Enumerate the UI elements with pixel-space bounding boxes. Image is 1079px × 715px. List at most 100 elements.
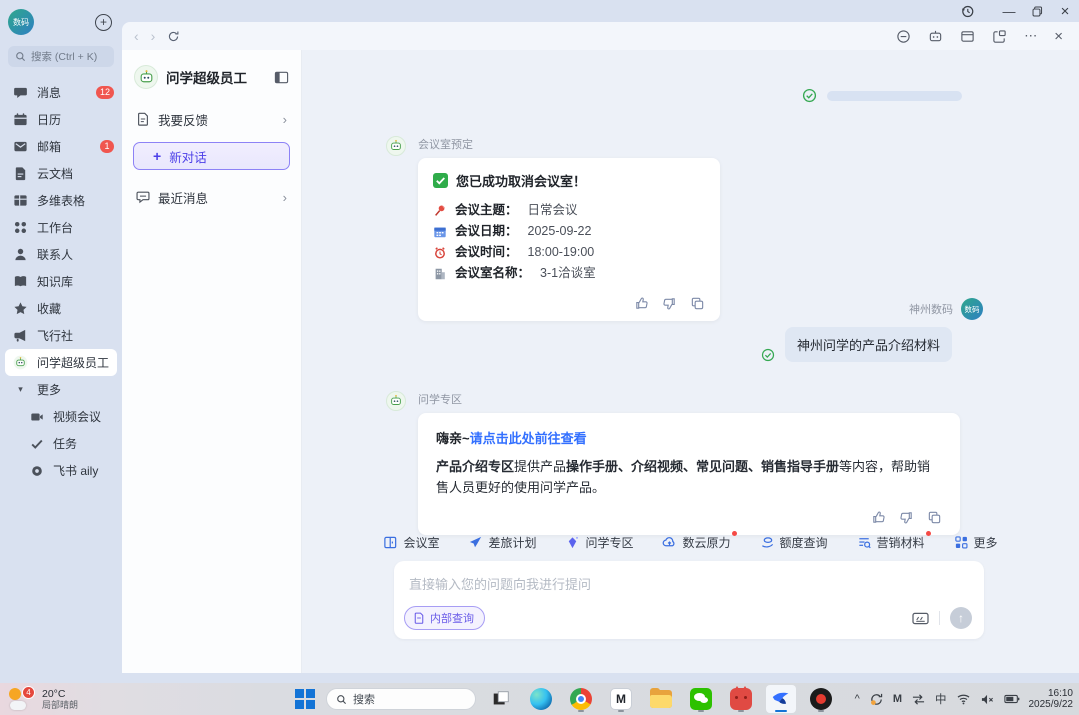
sidebar-item-messages[interactable]: 消息 12	[0, 79, 122, 106]
close-chat-icon[interactable]: ×	[1054, 28, 1063, 45]
forward-button[interactable]: ›	[151, 28, 156, 44]
edge-app-icon[interactable]	[526, 685, 556, 713]
new-chat-button[interactable]: + 新对话	[133, 142, 290, 170]
chip-travel-plan[interactable]: 差旅计划	[468, 534, 536, 551]
loading-message	[802, 88, 962, 103]
hidden-icons-chevron[interactable]: ^	[855, 693, 860, 705]
clock-date: 2025/9/22	[1029, 699, 1074, 711]
sidebar-item-docs[interactable]: 云文档	[0, 160, 122, 187]
history-icon[interactable]	[953, 1, 981, 21]
sidebar-item-knowledge[interactable]: 知识库	[0, 268, 122, 295]
person-icon	[13, 247, 28, 262]
grid-more-icon	[954, 535, 969, 550]
bot-message-product-zone: 问学专区 嗨亲~请点击此处前往查看 产品介绍专区提供产品操作手册、介绍视频、常见…	[386, 391, 960, 535]
send-button[interactable]: ↑	[950, 607, 972, 629]
chat-minimize-icon[interactable]	[896, 29, 911, 44]
open-in-window-icon[interactable]	[992, 29, 1007, 44]
restore-button[interactable]	[1023, 1, 1051, 21]
delivered-check-icon	[802, 88, 817, 103]
scope-chip-label: 内部查询	[430, 610, 474, 626]
wechat-app-icon[interactable]	[686, 685, 716, 713]
taskbar-search[interactable]: 搜索	[326, 688, 476, 710]
go-view-link[interactable]: 请点击此处前往查看	[470, 431, 587, 446]
search-input[interactable]: 搜索 (Ctrl + K)	[8, 46, 114, 67]
thumbs-down-icon[interactable]	[662, 296, 677, 311]
chip-shuyun[interactable]: 数云原力	[662, 534, 730, 551]
card-row-time: 会议时间： 18:00-19:00	[433, 242, 705, 263]
robot-settings-icon[interactable]	[928, 29, 943, 44]
sidebar-item-more[interactable]: ▾ 更多	[0, 376, 122, 403]
user-avatar[interactable]: 数码	[8, 9, 34, 35]
chip-label: 差旅计划	[488, 534, 536, 551]
add-icon[interactable]: +	[95, 14, 112, 31]
start-button[interactable]	[294, 688, 316, 710]
shortcut-keyboard-icon[interactable]	[912, 611, 929, 626]
mail-icon	[13, 139, 28, 154]
user-message-bubble: 神州问学的产品介绍材料	[785, 327, 952, 362]
feedback-item[interactable]: 我要反馈 ›	[122, 109, 301, 129]
calendar-icon	[433, 225, 447, 239]
row-label: 会议时间：	[455, 242, 518, 263]
ime-indicator[interactable]: 中	[935, 691, 947, 707]
assistant-avatar	[134, 65, 158, 89]
back-button[interactable]: ‹	[134, 28, 139, 44]
chip-meeting-room[interactable]: 会议室	[383, 534, 439, 551]
sidebar-item-calendar[interactable]: 日历	[0, 106, 122, 133]
recent-messages-item[interactable]: 最近消息 ›	[122, 187, 301, 207]
taskbar-clock[interactable]: 16:10 2025/9/22	[1029, 688, 1074, 711]
sidebar-item-mail[interactable]: 邮箱 1	[0, 133, 122, 160]
copy-icon[interactable]	[927, 510, 942, 525]
sidebar-item-video-meeting[interactable]: 视频会议	[0, 403, 122, 430]
message-input[interactable]	[407, 572, 971, 606]
chip-wenxue-zone[interactable]: 问学专区	[565, 534, 633, 551]
sidebar-item-tasks[interactable]: 任务	[0, 430, 122, 457]
sidebar-item-feishu-aily[interactable]: 飞书 aily	[0, 457, 122, 484]
table-icon	[13, 193, 28, 208]
recorder-app-icon[interactable]	[806, 685, 836, 713]
feishu-app-icon[interactable]	[766, 685, 796, 713]
chip-quota-query[interactable]: 额度查询	[760, 534, 828, 551]
sidebar-item-label: 工作台	[37, 219, 73, 236]
sidebar-item-label: 知识库	[37, 273, 73, 290]
card-row-date: 会议日期： 2025-09-22	[433, 221, 705, 242]
minimize-button[interactable]: —	[995, 1, 1023, 21]
video-window-icon[interactable]	[960, 29, 975, 44]
update-icon[interactable]	[869, 692, 884, 707]
m-app-icon[interactable]: M	[606, 685, 636, 713]
internal-query-chip[interactable]: 内部查询	[404, 606, 485, 630]
thumbs-up-icon[interactable]	[871, 510, 886, 525]
sidebar-item-flight-club[interactable]: 飞行社	[0, 322, 122, 349]
cloud-icon	[662, 535, 677, 550]
file-explorer-icon[interactable]	[646, 685, 676, 713]
chip-more[interactable]: 更多	[954, 534, 998, 551]
task-view-button[interactable]	[486, 685, 516, 713]
success-check-icon	[433, 173, 448, 188]
sidebar-item-favorites[interactable]: 收藏	[0, 295, 122, 322]
chrome-app-icon[interactable]	[566, 685, 596, 713]
red-app-icon[interactable]	[726, 685, 756, 713]
user-avatar[interactable]: 数码	[961, 298, 983, 320]
volume-muted-icon[interactable]	[980, 693, 995, 706]
sidebar-item-base[interactable]: 多维表格	[0, 187, 122, 214]
battery-icon[interactable]	[1004, 693, 1020, 705]
collapse-panel-icon[interactable]	[274, 70, 289, 85]
sidebar-item-wenxue-assistant[interactable]: 问学超级员工	[5, 349, 117, 376]
message-sender: 问学专区	[418, 391, 960, 407]
copy-icon[interactable]	[690, 296, 705, 311]
swap-arrows-icon[interactable]	[911, 693, 926, 706]
weather-widget[interactable]: 4 20°C 局部晴朗	[8, 686, 78, 712]
chip-marketing-materials[interactable]: 营销材料	[857, 534, 925, 551]
thumbs-up-icon[interactable]	[634, 296, 649, 311]
m-tray-icon[interactable]: M	[893, 693, 902, 705]
wifi-icon[interactable]	[956, 693, 971, 705]
more-options-icon[interactable]: ⋯	[1024, 28, 1037, 44]
sidebar-item-workbench[interactable]: 工作台	[0, 214, 122, 241]
close-button[interactable]: ×	[1051, 1, 1079, 21]
windows-taskbar: 4 20°C 局部晴朗 搜索	[0, 683, 1079, 715]
thumbs-down-icon[interactable]	[899, 510, 914, 525]
chevron-right-icon: ›	[283, 190, 287, 205]
sidebar-item-contacts[interactable]: 联系人	[0, 241, 122, 268]
refresh-icon[interactable]	[167, 30, 180, 43]
greeting-text: 嗨亲~	[436, 431, 470, 446]
chip-label: 额度查询	[780, 534, 828, 551]
